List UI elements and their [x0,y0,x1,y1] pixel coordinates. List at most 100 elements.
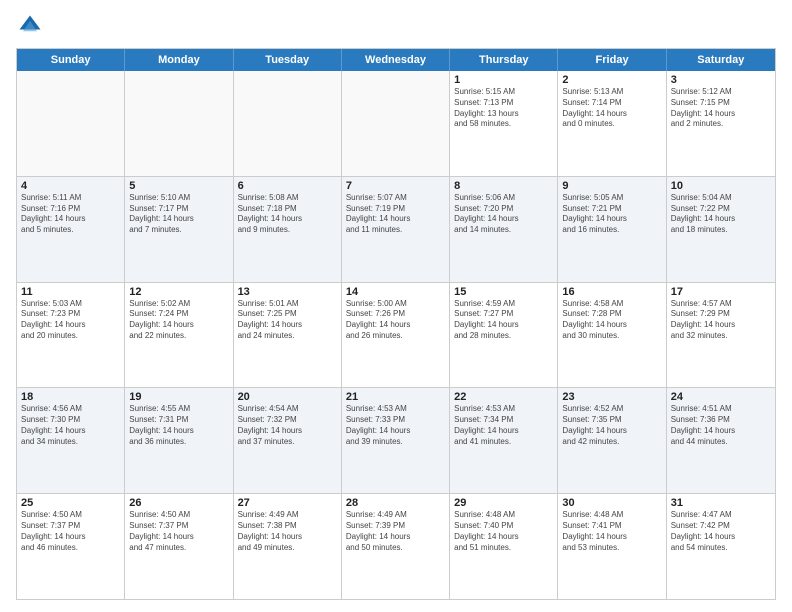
calendar-cell-day-14: 14Sunrise: 5:00 AM Sunset: 7:26 PM Dayli… [342,283,450,388]
day-info: Sunrise: 4:49 AM Sunset: 7:38 PM Dayligh… [238,510,337,553]
day-number: 25 [21,497,120,509]
calendar-cell-day-31: 31Sunrise: 4:47 AM Sunset: 7:42 PM Dayli… [667,494,775,599]
day-number: 7 [346,180,445,192]
day-number: 21 [346,391,445,403]
day-number: 16 [562,286,661,298]
day-number: 15 [454,286,553,298]
day-info: Sunrise: 5:07 AM Sunset: 7:19 PM Dayligh… [346,193,445,236]
day-info: Sunrise: 5:05 AM Sunset: 7:21 PM Dayligh… [562,193,661,236]
calendar-cell-day-26: 26Sunrise: 4:50 AM Sunset: 7:37 PM Dayli… [125,494,233,599]
day-info: Sunrise: 5:01 AM Sunset: 7:25 PM Dayligh… [238,299,337,342]
calendar-row-0: 1Sunrise: 5:15 AM Sunset: 7:13 PM Daylig… [17,71,775,176]
day-number: 30 [562,497,661,509]
day-number: 17 [671,286,771,298]
header-day-thursday: Thursday [450,49,558,71]
calendar-cell-day-23: 23Sunrise: 4:52 AM Sunset: 7:35 PM Dayli… [558,388,666,493]
calendar-cell-day-29: 29Sunrise: 4:48 AM Sunset: 7:40 PM Dayli… [450,494,558,599]
day-number: 5 [129,180,228,192]
logo [16,12,48,40]
calendar-cell-day-1: 1Sunrise: 5:15 AM Sunset: 7:13 PM Daylig… [450,71,558,176]
calendar-cell-day-12: 12Sunrise: 5:02 AM Sunset: 7:24 PM Dayli… [125,283,233,388]
calendar-cell-day-9: 9Sunrise: 5:05 AM Sunset: 7:21 PM Daylig… [558,177,666,282]
calendar-cell-day-6: 6Sunrise: 5:08 AM Sunset: 7:18 PM Daylig… [234,177,342,282]
calendar-cell-day-25: 25Sunrise: 4:50 AM Sunset: 7:37 PM Dayli… [17,494,125,599]
day-info: Sunrise: 5:15 AM Sunset: 7:13 PM Dayligh… [454,87,553,130]
calendar-row-1: 4Sunrise: 5:11 AM Sunset: 7:16 PM Daylig… [17,176,775,282]
calendar-cell-day-5: 5Sunrise: 5:10 AM Sunset: 7:17 PM Daylig… [125,177,233,282]
calendar-cell-day-18: 18Sunrise: 4:56 AM Sunset: 7:30 PM Dayli… [17,388,125,493]
header-day-monday: Monday [125,49,233,71]
day-info: Sunrise: 4:50 AM Sunset: 7:37 PM Dayligh… [21,510,120,553]
header [16,12,776,40]
day-number: 4 [21,180,120,192]
day-number: 12 [129,286,228,298]
calendar-cell-day-24: 24Sunrise: 4:51 AM Sunset: 7:36 PM Dayli… [667,388,775,493]
calendar: SundayMondayTuesdayWednesdayThursdayFrid… [16,48,776,600]
day-info: Sunrise: 4:53 AM Sunset: 7:34 PM Dayligh… [454,404,553,447]
header-day-wednesday: Wednesday [342,49,450,71]
day-number: 3 [671,74,771,86]
day-info: Sunrise: 5:12 AM Sunset: 7:15 PM Dayligh… [671,87,771,130]
calendar-row-2: 11Sunrise: 5:03 AM Sunset: 7:23 PM Dayli… [17,282,775,388]
day-number: 24 [671,391,771,403]
calendar-cell-day-3: 3Sunrise: 5:12 AM Sunset: 7:15 PM Daylig… [667,71,775,176]
day-info: Sunrise: 4:48 AM Sunset: 7:41 PM Dayligh… [562,510,661,553]
day-info: Sunrise: 4:58 AM Sunset: 7:28 PM Dayligh… [562,299,661,342]
day-number: 11 [21,286,120,298]
day-info: Sunrise: 4:50 AM Sunset: 7:37 PM Dayligh… [129,510,228,553]
day-number: 6 [238,180,337,192]
header-day-tuesday: Tuesday [234,49,342,71]
day-info: Sunrise: 5:00 AM Sunset: 7:26 PM Dayligh… [346,299,445,342]
day-info: Sunrise: 5:02 AM Sunset: 7:24 PM Dayligh… [129,299,228,342]
header-day-saturday: Saturday [667,49,775,71]
day-info: Sunrise: 5:08 AM Sunset: 7:18 PM Dayligh… [238,193,337,236]
day-info: Sunrise: 5:04 AM Sunset: 7:22 PM Dayligh… [671,193,771,236]
day-info: Sunrise: 5:06 AM Sunset: 7:20 PM Dayligh… [454,193,553,236]
day-info: Sunrise: 4:52 AM Sunset: 7:35 PM Dayligh… [562,404,661,447]
day-info: Sunrise: 4:53 AM Sunset: 7:33 PM Dayligh… [346,404,445,447]
calendar-cell-day-4: 4Sunrise: 5:11 AM Sunset: 7:16 PM Daylig… [17,177,125,282]
day-info: Sunrise: 4:57 AM Sunset: 7:29 PM Dayligh… [671,299,771,342]
day-number: 14 [346,286,445,298]
calendar-row-4: 25Sunrise: 4:50 AM Sunset: 7:37 PM Dayli… [17,493,775,599]
calendar-cell-day-21: 21Sunrise: 4:53 AM Sunset: 7:33 PM Dayli… [342,388,450,493]
calendar-cell-day-20: 20Sunrise: 4:54 AM Sunset: 7:32 PM Dayli… [234,388,342,493]
day-number: 13 [238,286,337,298]
calendar-cell-day-10: 10Sunrise: 5:04 AM Sunset: 7:22 PM Dayli… [667,177,775,282]
day-number: 29 [454,497,553,509]
calendar-body: 1Sunrise: 5:15 AM Sunset: 7:13 PM Daylig… [17,71,775,599]
calendar-cell-empty-0-2 [234,71,342,176]
calendar-cell-day-27: 27Sunrise: 4:49 AM Sunset: 7:38 PM Dayli… [234,494,342,599]
day-number: 23 [562,391,661,403]
day-number: 22 [454,391,553,403]
day-info: Sunrise: 4:47 AM Sunset: 7:42 PM Dayligh… [671,510,771,553]
day-info: Sunrise: 4:51 AM Sunset: 7:36 PM Dayligh… [671,404,771,447]
day-number: 1 [454,74,553,86]
calendar-cell-day-13: 13Sunrise: 5:01 AM Sunset: 7:25 PM Dayli… [234,283,342,388]
calendar-row-3: 18Sunrise: 4:56 AM Sunset: 7:30 PM Dayli… [17,387,775,493]
calendar-cell-empty-0-0 [17,71,125,176]
calendar-cell-day-15: 15Sunrise: 4:59 AM Sunset: 7:27 PM Dayli… [450,283,558,388]
day-number: 31 [671,497,771,509]
day-number: 26 [129,497,228,509]
calendar-cell-day-28: 28Sunrise: 4:49 AM Sunset: 7:39 PM Dayli… [342,494,450,599]
calendar-cell-day-22: 22Sunrise: 4:53 AM Sunset: 7:34 PM Dayli… [450,388,558,493]
day-info: Sunrise: 4:56 AM Sunset: 7:30 PM Dayligh… [21,404,120,447]
calendar-cell-day-19: 19Sunrise: 4:55 AM Sunset: 7:31 PM Dayli… [125,388,233,493]
calendar-header: SundayMondayTuesdayWednesdayThursdayFrid… [17,49,775,71]
day-info: Sunrise: 4:54 AM Sunset: 7:32 PM Dayligh… [238,404,337,447]
day-number: 9 [562,180,661,192]
calendar-cell-day-11: 11Sunrise: 5:03 AM Sunset: 7:23 PM Dayli… [17,283,125,388]
day-info: Sunrise: 4:49 AM Sunset: 7:39 PM Dayligh… [346,510,445,553]
header-day-friday: Friday [558,49,666,71]
day-number: 10 [671,180,771,192]
day-number: 27 [238,497,337,509]
day-info: Sunrise: 5:03 AM Sunset: 7:23 PM Dayligh… [21,299,120,342]
day-number: 8 [454,180,553,192]
day-info: Sunrise: 5:11 AM Sunset: 7:16 PM Dayligh… [21,193,120,236]
header-day-sunday: Sunday [17,49,125,71]
calendar-cell-empty-0-3 [342,71,450,176]
calendar-cell-day-7: 7Sunrise: 5:07 AM Sunset: 7:19 PM Daylig… [342,177,450,282]
page: SundayMondayTuesdayWednesdayThursdayFrid… [0,0,792,612]
calendar-cell-day-16: 16Sunrise: 4:58 AM Sunset: 7:28 PM Dayli… [558,283,666,388]
